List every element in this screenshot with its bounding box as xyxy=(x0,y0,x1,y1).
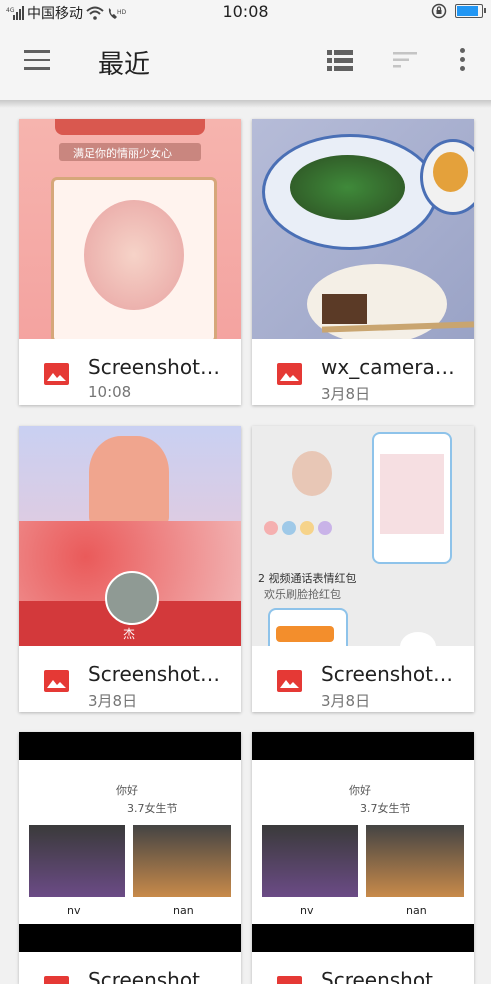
file-date: 3月8日 xyxy=(321,692,371,710)
file-meta: Screenshot_... 10:08 xyxy=(19,339,241,405)
list-view-icon[interactable] xyxy=(327,50,353,72)
plate xyxy=(262,134,438,250)
file-card[interactable]: 杰 Screenshot_... 3月8日 xyxy=(19,426,241,712)
photo-left xyxy=(262,825,358,897)
sort-icon[interactable] xyxy=(393,52,417,68)
photo-right xyxy=(366,825,464,897)
file-date: 3月8日 xyxy=(321,385,371,403)
file-card[interactable]: 你好 3.7女生节 nv nan Screenshot_ xyxy=(252,732,474,984)
meat xyxy=(322,294,367,324)
file-name: Screenshot_... xyxy=(321,662,461,686)
portrait-figure xyxy=(84,200,184,310)
image-icon xyxy=(44,363,69,385)
black-bar-bottom xyxy=(252,924,474,952)
side-food xyxy=(433,152,468,192)
file-thumbnail: 你好 3.7女生节 nv nan xyxy=(19,732,241,952)
file-thumbnail: 杰 xyxy=(19,426,241,646)
caption-plate: 满足你的情丽少女心 xyxy=(59,143,201,161)
thumb-caption-2: 欢乐刷脸抢红包 xyxy=(264,588,341,601)
dress-top xyxy=(89,436,169,526)
food xyxy=(290,155,405,220)
phone-mockup xyxy=(372,432,452,564)
label-right: nan xyxy=(173,904,194,917)
image-icon xyxy=(44,976,69,984)
thumb-caption: 2 视频通话表情红包 xyxy=(258,572,357,585)
file-name: Screenshot_ xyxy=(321,968,443,984)
file-thumbnail: 满足你的情丽少女心 xyxy=(19,119,241,339)
label-left: nv xyxy=(300,904,314,917)
file-card[interactable]: 2 视频通话表情红包 欢乐刷脸抢红包 Screenshot_... 3月8日 xyxy=(252,426,474,712)
avatar xyxy=(105,571,159,625)
file-card[interactable]: 满足你的情丽少女心 Screenshot_... 10:08 xyxy=(19,119,241,405)
banner-shape xyxy=(55,119,205,135)
app-toolbar: 最近 xyxy=(0,24,491,100)
thumb-caption: 杰 xyxy=(123,627,136,641)
image-icon xyxy=(277,363,302,385)
photo-left xyxy=(29,825,125,897)
more-vert-icon[interactable] xyxy=(456,48,468,74)
label-right: nan xyxy=(406,904,427,917)
label-left: nv xyxy=(67,904,81,917)
file-card[interactable]: 你好 3.7女生节 nv nan Screenshot_ xyxy=(19,732,241,984)
thumb-caption: 满足你的情丽少女心 xyxy=(73,147,172,160)
photo-frame xyxy=(51,177,217,339)
phone-screen xyxy=(380,454,444,534)
toolbar-shadow xyxy=(0,100,491,108)
file-name: wx_camera_... xyxy=(321,355,461,379)
file-meta: Screenshot_... 3月8日 xyxy=(19,646,241,712)
file-meta: wx_camera_... 3月8日 xyxy=(252,339,474,405)
black-bar-top xyxy=(19,732,241,760)
photo-right xyxy=(133,825,231,897)
thumb-caption: 你好 xyxy=(116,784,138,797)
file-name: Screenshot_... xyxy=(88,662,228,686)
thumb-caption: 你好 xyxy=(349,784,371,797)
file-date: 10:08 xyxy=(88,383,132,401)
file-name: Screenshot_ xyxy=(88,968,210,984)
image-icon xyxy=(44,670,69,692)
status-right xyxy=(431,3,486,19)
file-meta: Screenshot_ xyxy=(19,952,241,984)
file-card[interactable]: wx_camera_... 3月8日 xyxy=(252,119,474,405)
thumb-caption-2: 3.7女生节 xyxy=(127,802,178,815)
image-icon xyxy=(277,976,302,984)
file-thumbnail: 2 视频通话表情红包 欢乐刷脸抢红包 xyxy=(252,426,474,646)
file-thumbnail xyxy=(252,119,474,339)
page-title: 最近 xyxy=(98,50,151,80)
file-date: 3月8日 xyxy=(88,692,138,710)
file-meta: Screenshot_ xyxy=(252,952,474,984)
sticker-row xyxy=(264,521,354,539)
file-thumbnail: 你好 3.7女生节 nv nan xyxy=(252,732,474,952)
phone-mockup-2 xyxy=(268,608,348,646)
face-photo xyxy=(292,451,332,496)
black-bar-top xyxy=(252,732,474,760)
battery-icon xyxy=(455,4,486,18)
file-meta: Screenshot_... 3月8日 xyxy=(252,646,474,712)
image-icon xyxy=(277,670,302,692)
excellent-badge xyxy=(276,626,334,642)
face-photo-2 xyxy=(400,632,436,646)
menu-icon[interactable] xyxy=(24,50,50,70)
lock-rotation-icon xyxy=(431,3,447,19)
thumb-caption-2: 3.7女生节 xyxy=(360,802,411,815)
status-time: 10:08 xyxy=(222,2,269,21)
file-name: Screenshot_... xyxy=(88,355,228,379)
status-bar: 4G 中国移动 HD 10:08 xyxy=(0,0,491,24)
black-bar-bottom xyxy=(19,924,241,952)
